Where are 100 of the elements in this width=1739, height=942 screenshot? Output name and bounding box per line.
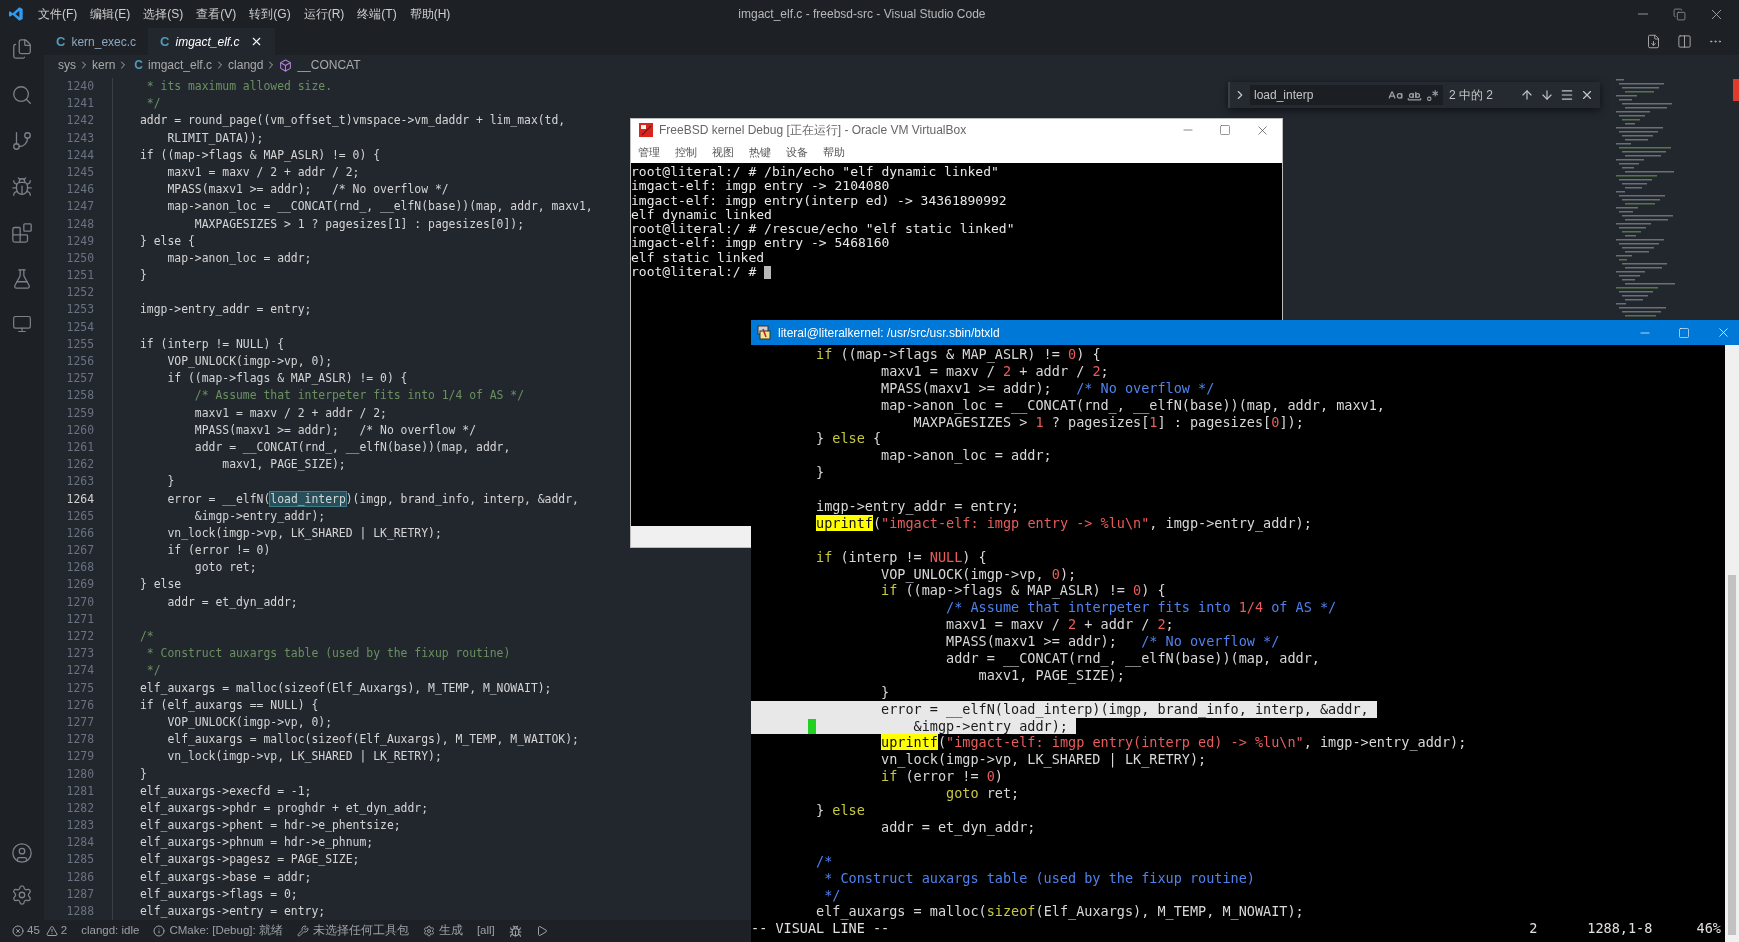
split-editor-icon[interactable] xyxy=(1677,34,1692,49)
line-number: 1265 xyxy=(65,507,94,525)
menu-item[interactable]: 文件(F) xyxy=(38,5,78,23)
flask-icon[interactable] xyxy=(11,268,33,290)
menu-item[interactable]: 帮助(H) xyxy=(409,5,451,23)
code-text: * Construct auxargs table (used by the fixup routine) xyxy=(824,869,1255,886)
status-item[interactable]: CMake: [Debug]: 就绪 xyxy=(153,922,283,940)
code-text: error = __elfN( xyxy=(166,491,271,506)
status-item[interactable]: 未选择任何工具包 xyxy=(296,922,409,940)
code-line: if ((map->flags & MAP_ASLR) != 0) { xyxy=(140,147,381,162)
code-text: 0 xyxy=(1271,413,1280,430)
line-number: 1249 xyxy=(65,232,94,250)
menu-item[interactable]: 控制 xyxy=(675,143,697,161)
vim-mode: -- VISUAL LINE -- xyxy=(751,920,890,938)
code-text: } xyxy=(816,430,826,447)
line-number: 1275 xyxy=(65,679,94,697)
menu-item[interactable]: 编辑(E) xyxy=(90,5,131,23)
code-text: ? pagesizes[ xyxy=(1051,413,1150,430)
source-control-icon[interactable] xyxy=(11,130,33,152)
code-text: ) { xyxy=(1141,582,1166,599)
maximize-icon[interactable] xyxy=(1219,124,1231,136)
editor-tab[interactable]: C imgact_elf.c xyxy=(148,28,275,55)
monitor-icon[interactable] xyxy=(12,314,32,334)
code-text: /* No overflow */ xyxy=(1141,633,1280,650)
breadcrumb-item[interactable]: __CONCAT xyxy=(297,56,361,74)
search-match: uprintf xyxy=(816,514,873,531)
line-number: 1280 xyxy=(65,765,94,783)
run-icon[interactable] xyxy=(535,925,548,937)
code-comment: * its maximum allowed size. xyxy=(145,79,333,94)
line-number: 1242 xyxy=(65,112,94,130)
menu-item[interactable]: 查看(V) xyxy=(196,5,237,23)
code-text: 2 xyxy=(1092,362,1101,379)
find-input[interactable]: load_interp xyxy=(1250,85,1443,105)
c-file-icon: C xyxy=(160,31,170,52)
find-in-selection-icon[interactable] xyxy=(1560,88,1574,102)
menu-item[interactable]: 选择(S) xyxy=(143,5,184,23)
settings-icon[interactable] xyxy=(11,884,33,906)
next-match-icon[interactable] xyxy=(1540,88,1554,102)
line-number: 1272 xyxy=(65,628,94,646)
breadcrumb-item[interactable]: imgact_elf.c xyxy=(148,56,213,74)
breadcrumb-item[interactable]: clangd xyxy=(228,56,264,74)
explorer-icon[interactable] xyxy=(11,38,33,60)
line-number: 1274 xyxy=(65,662,94,680)
code-line: vn_lock(imgp->vp, LK_SHARED | LK_RETRY); xyxy=(166,525,442,540)
breadcrumb-item[interactable]: sys xyxy=(58,56,76,74)
restore-icon[interactable] xyxy=(1673,7,1686,21)
file-download-icon[interactable] xyxy=(1646,34,1661,49)
extensions-icon[interactable] xyxy=(11,222,33,244)
code-line: &imgp->entry_addr); xyxy=(193,508,326,523)
menu-item[interactable]: 视图 xyxy=(712,143,734,161)
status-item[interactable]: 生成 xyxy=(422,922,463,940)
line-number: 1277 xyxy=(65,713,94,731)
code-line: elf_auxargs->phnum = hdr->e_phnum; xyxy=(140,835,374,850)
menu-item[interactable]: 设备 xyxy=(786,143,808,161)
previous-match-icon[interactable] xyxy=(1520,88,1534,102)
code-line: addr = et_dyn_addr; xyxy=(166,594,298,609)
status-item[interactable]: clangd: idle xyxy=(81,922,140,940)
c-file-icon: C xyxy=(56,31,66,52)
code-line: if ((map->flags & MAP_ASLR) != 0) { xyxy=(166,371,408,386)
code-text: MPASS(maxv1 >= addr); xyxy=(946,633,1118,650)
console-line: elf static linked xyxy=(631,250,765,266)
menu-item[interactable]: 管理 xyxy=(638,143,660,161)
code-text: + addr / xyxy=(1019,362,1086,379)
line-number: 1240 xyxy=(65,78,94,96)
regex-icon[interactable] xyxy=(1426,88,1439,102)
scrollbar[interactable] xyxy=(1725,345,1739,942)
editor-tab[interactable]: C kern_exec.c xyxy=(44,28,149,55)
breadcrumb-item[interactable]: kern xyxy=(92,56,116,74)
problems-button[interactable]: 45 2 xyxy=(12,922,68,940)
app-logo-icon xyxy=(639,123,653,137)
code-text: ) { xyxy=(962,548,987,565)
code-line: } xyxy=(166,474,175,489)
line-number: 1251 xyxy=(65,267,94,285)
close-icon[interactable] xyxy=(1580,88,1594,102)
menu-item[interactable]: 终端(T) xyxy=(357,5,397,23)
menu-item[interactable]: 热键 xyxy=(749,143,771,161)
line-number: 1247 xyxy=(65,198,94,216)
menu-item[interactable]: 帮助 xyxy=(823,143,845,161)
search-icon[interactable] xyxy=(11,84,33,106)
account-icon[interactable] xyxy=(11,842,33,864)
menu-item[interactable]: 转到(G) xyxy=(249,5,291,23)
debug-icon[interactable] xyxy=(11,176,33,198)
code-text: else xyxy=(832,802,865,819)
line-number: 1257 xyxy=(65,370,94,388)
line-number: 1260 xyxy=(65,421,94,439)
code-comment: /* xyxy=(140,629,154,644)
code-text: ; xyxy=(1165,616,1174,633)
code-line: imgp->entry_addr = entry; xyxy=(140,302,312,317)
code-text: "imgact-elf: imgp entry(interp ed) -> %lu\n" xyxy=(946,734,1304,751)
status-item[interactable]: [all] xyxy=(476,922,495,940)
debug-icon[interactable] xyxy=(508,924,522,938)
line-number: 1276 xyxy=(65,696,94,714)
code-text: imgp->entry_addr = entry; xyxy=(816,498,1020,514)
window-title: FreeBSD kernel Debug [正在运行] - Oracle VM VirtualBox xyxy=(659,122,967,139)
menu-item[interactable]: 运行(R) xyxy=(303,5,345,23)
info-icon xyxy=(153,925,166,937)
line-number: 1269 xyxy=(65,576,94,594)
line-number: 1254 xyxy=(65,318,94,336)
code-text: /* xyxy=(816,852,833,869)
code-line: maxv1 = maxv / 2 + addr / 2; xyxy=(166,164,360,179)
